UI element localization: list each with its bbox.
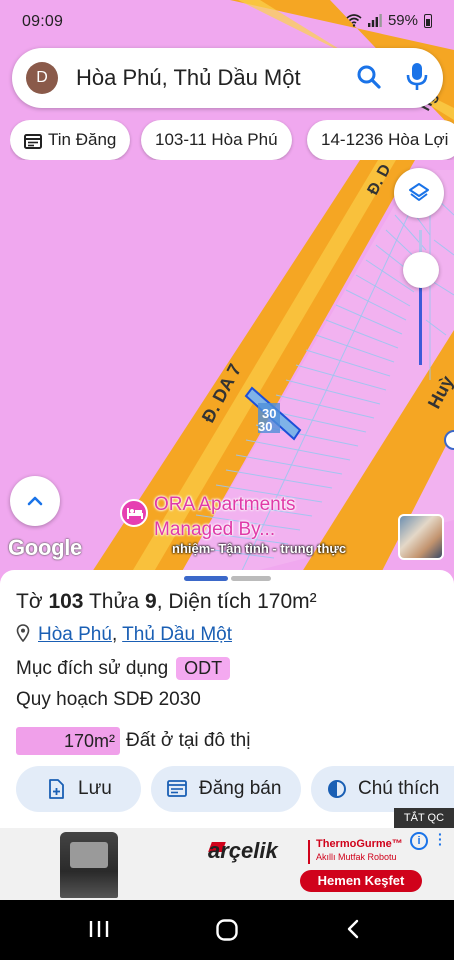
chip-label: Tin Đăng [48, 130, 117, 149]
map-ad-caption[interactable]: nhiệm- Tận tình - trung thực [172, 541, 346, 556]
poi-name-line2: Managed By... [154, 519, 276, 540]
poi-name-line1: ORA Apartments [154, 494, 296, 515]
add-file-icon [49, 779, 64, 799]
wifi-icon [346, 14, 362, 27]
signal-icon [367, 14, 382, 27]
sheet-number: 103 [48, 590, 84, 613]
sheet-actions: Lưu Đăng bán Chú thích [0, 766, 454, 814]
parcel-info-sheet[interactable]: Tờ 103 Thửa 9, Diện tích 170m² Hòa Phú, … [0, 570, 454, 828]
battery-icon [424, 13, 432, 28]
opacity-slider-track[interactable] [419, 230, 422, 365]
sheet-page-indicator[interactable] [231, 576, 271, 581]
plan-area-description: Đất ở tại đô thị [126, 730, 251, 751]
post-for-sale-label: Đăng bán [199, 778, 282, 799]
chip-14-1236[interactable]: 14-1236 Hòa Lợi [307, 120, 454, 160]
purpose-code-badge: ODT [176, 657, 231, 680]
save-button[interactable]: Lưu [16, 766, 141, 812]
save-label: Lưu [78, 778, 112, 799]
search-input[interactable]: Hòa Phú, Thủ Dầu Một [76, 65, 301, 91]
plan-area-swatch: 170m² [16, 727, 120, 755]
poi-label[interactable]: ORA Apartments Managed By... [154, 492, 296, 542]
ad-brand-logo: arçelik [208, 838, 278, 863]
ad-banner[interactable]: arçelik ThermoGurme™ Akıllı Mutfak Robot… [0, 828, 454, 900]
chip-label: 14-1236 Hòa Lợi [321, 130, 449, 149]
land-use-purpose: Mục đích sử dụng ODT [16, 657, 231, 680]
ad-divider [308, 840, 310, 864]
chip-103-11[interactable]: 103-11 Hòa Phú [141, 120, 292, 160]
listing-icon [167, 780, 187, 797]
battery-percent: 59% [387, 12, 418, 29]
purpose-label: Mục đích sử dụng [16, 658, 169, 679]
close-ad-button[interactable]: TẮT QC [394, 808, 454, 828]
parcel-location: Hòa Phú, Thủ Dầu Một [16, 624, 232, 646]
ad-cta-button[interactable]: Hemen Keşfet [300, 870, 422, 892]
map-ad-thumbnail[interactable] [398, 514, 444, 560]
search-icon[interactable] [356, 64, 382, 90]
back-icon[interactable] [343, 918, 363, 940]
mic-icon[interactable] [406, 62, 428, 92]
system-nav-bar [0, 900, 454, 960]
pin-icon [16, 624, 30, 642]
ad-product-name: ThermoGurme™ [316, 838, 403, 850]
status-right: 59% [346, 12, 432, 29]
plot-number-label-2: 30 [258, 419, 272, 434]
opacity-slider-thumb[interactable] [403, 252, 439, 288]
legend-label: Chú thích [358, 778, 440, 799]
ad-product-image [60, 832, 118, 898]
chevron-up-icon [27, 496, 43, 506]
avatar[interactable]: D [26, 62, 58, 94]
plan-title: Quy hoạch SDĐ 2030 [16, 689, 201, 710]
plan-area-row: 170m² Đất ở tại đô thị [16, 727, 250, 755]
hotel-icon [127, 508, 143, 519]
ward-link[interactable]: Hòa Phú [38, 624, 112, 645]
post-for-sale-button[interactable]: Đăng bán [151, 766, 301, 812]
contrast-icon [328, 780, 346, 798]
legend-button[interactable]: Chú thích [311, 766, 454, 812]
status-time: 09:09 [22, 13, 64, 30]
calendar-list-icon [24, 133, 42, 149]
layers-icon [409, 183, 429, 201]
expand-sheet-button[interactable] [10, 476, 60, 526]
recents-icon[interactable] [88, 918, 110, 940]
chip-tin-dang[interactable]: Tin Đăng [10, 120, 131, 160]
status-bar: 09:09 59% [0, 0, 454, 44]
lot-number: 9 [145, 590, 157, 613]
sheet-page-indicator-active[interactable] [184, 576, 228, 581]
home-icon[interactable] [215, 918, 239, 942]
ad-product-subtitle: Akıllı Mutfak Robotu [316, 852, 397, 862]
filter-chips: Tin Đăng 103-11 Hòa Phú 14-1236 Hòa Lợi [10, 120, 454, 160]
search-bar[interactable]: D Hòa Phú, Thủ Dầu Một [12, 48, 443, 108]
lot-prefix: Thửa [83, 590, 146, 613]
area-value: 170m² [257, 590, 317, 613]
google-logo: Google [8, 535, 82, 560]
parcel-title: Tờ 103 Thửa 9, Diện tích 170m² [16, 590, 317, 614]
ad-info-icon[interactable]: i [410, 832, 428, 850]
chip-label: 103-11 Hòa Phú [155, 130, 278, 149]
sheet-prefix: Tờ [16, 590, 49, 613]
ad-more-icon[interactable]: · · · [438, 828, 443, 851]
city-link[interactable]: Thủ Dầu Một [122, 624, 232, 645]
layers-button[interactable] [394, 168, 444, 218]
hotel-poi-marker[interactable] [120, 499, 148, 527]
location-separator: , [111, 624, 118, 645]
area-prefix: , Diện tích [156, 590, 258, 613]
